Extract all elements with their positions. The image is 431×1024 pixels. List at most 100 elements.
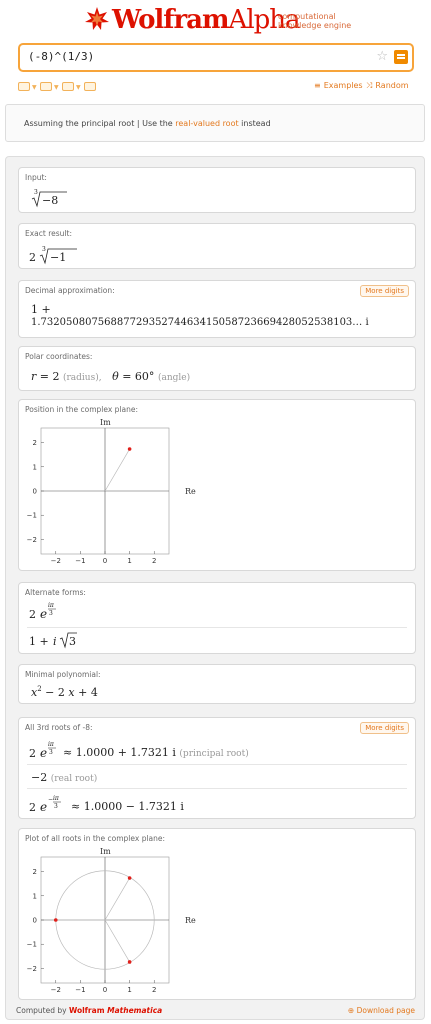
root-point bbox=[53, 918, 58, 922]
download-page-link[interactable]: ⊕ Download page bbox=[348, 1006, 415, 1015]
camera-icon[interactable] bbox=[40, 82, 52, 91]
decimal-line-2: 1.73205080756887729352744634150587236694… bbox=[31, 317, 369, 328]
keyboard-icon[interactable] bbox=[18, 82, 30, 91]
x-tick-label: 0 bbox=[103, 557, 107, 565]
pod-title: Minimal polynomial: bbox=[25, 670, 101, 679]
root-2: −2 (real root) bbox=[31, 771, 98, 784]
svg-text:3: 3 bbox=[34, 189, 38, 196]
svg-text:iπ: iπ bbox=[53, 795, 60, 802]
svg-text:2: 2 bbox=[29, 608, 36, 621]
svg-text:3: 3 bbox=[54, 803, 58, 810]
x-tick-label: 1 bbox=[127, 557, 131, 565]
wolfram-star-logo-icon bbox=[85, 7, 109, 30]
svg-text:2: 2 bbox=[29, 251, 36, 264]
x-tick-label: 1 bbox=[127, 986, 131, 994]
y-tick-label: 1 bbox=[33, 463, 37, 471]
y-tick-label: 0 bbox=[33, 488, 37, 496]
svg-text:−8: −8 bbox=[42, 194, 58, 207]
svg-text:1 +: 1 + bbox=[29, 635, 49, 648]
chevron-down-icon[interactable]: ▼ bbox=[32, 84, 37, 91]
y-tick-label: 2 bbox=[33, 439, 37, 447]
header: WolframAlpha computational knowledge engi… bbox=[0, 0, 431, 38]
radius-line bbox=[104, 919, 130, 963]
svg-text:2: 2 bbox=[29, 801, 36, 814]
decimal-line-1: 1 + bbox=[31, 303, 51, 316]
x-tick-label: −1 bbox=[75, 986, 85, 994]
polar-expression: r = 2 (radius), θ = 60° (angle) bbox=[31, 370, 191, 383]
real-valued-root-link[interactable]: real-valued root bbox=[175, 119, 238, 128]
x-tick-label: −2 bbox=[51, 986, 61, 994]
svg-text:e: e bbox=[40, 607, 47, 621]
svg-text:3: 3 bbox=[49, 610, 53, 617]
x-tick-label: 0 bbox=[103, 986, 107, 994]
file-upload-icon[interactable] bbox=[84, 82, 96, 91]
random-link[interactable]: ⤨ Random bbox=[366, 81, 409, 91]
y-tick-label: −2 bbox=[27, 965, 37, 973]
x-tick-label: −1 bbox=[75, 557, 85, 565]
decimal-pod: Decimal approximation: More digits 1 + 1… bbox=[18, 280, 416, 338]
chevron-down-icon[interactable]: ▼ bbox=[76, 84, 81, 91]
chevron-down-icon[interactable]: ▼ bbox=[54, 84, 59, 91]
input-pod: Input: 3 −8 bbox=[18, 167, 416, 213]
y-tick-label: −2 bbox=[27, 536, 37, 544]
favorite-star-icon[interactable]: ☆ bbox=[376, 49, 388, 64]
svg-text:3: 3 bbox=[69, 635, 76, 648]
radius-line bbox=[104, 877, 130, 921]
roots-plot: Im Re −2 −1 0 1 2 2 1 0 −1 −2 bbox=[27, 847, 196, 994]
exact-expression: 2 3 −1 bbox=[29, 246, 77, 265]
pod-title: Plot of all roots in the complex plane: bbox=[25, 834, 166, 843]
polar-pod: Polar coordinates: r = 2 (radius), θ = 6… bbox=[18, 346, 416, 391]
y-tick-label: −1 bbox=[27, 512, 37, 520]
more-digits-button[interactable]: More digits bbox=[360, 285, 409, 297]
all-roots-pod: All 3rd roots of -8: More digits 2 e iπ … bbox=[18, 717, 416, 819]
svg-text:2: 2 bbox=[29, 747, 36, 760]
submit-button[interactable] bbox=[394, 50, 408, 64]
alternate-form-radical: 1 + i 3 bbox=[29, 632, 77, 649]
y-tick-label: 0 bbox=[33, 917, 37, 925]
download-icon: ⊕ bbox=[347, 1006, 355, 1015]
pod-title: Decimal approximation: bbox=[25, 286, 115, 295]
x-tick-label: 2 bbox=[152, 557, 156, 565]
pod-title: Exact result: bbox=[25, 229, 72, 238]
alternate-form-exponential: 2 e iπ 3 bbox=[29, 602, 56, 621]
root-3-approx: ≈ 1.0000 − 1.7321 i bbox=[71, 800, 184, 813]
roots-plot-pod: Plot of all roots in the complex plane: … bbox=[18, 828, 416, 1000]
y-tick-label: 2 bbox=[33, 868, 37, 876]
svg-text:iπ: iπ bbox=[48, 602, 55, 609]
pod-title: Input: bbox=[25, 173, 47, 182]
search-input[interactable]: (-8)^(1/3) bbox=[28, 50, 94, 63]
pod-title: Polar coordinates: bbox=[25, 352, 93, 361]
separator bbox=[27, 788, 407, 789]
position-plot-pod: Position in the complex plane: Im Re −2 −1 0… bbox=[18, 399, 416, 571]
svg-text:e: e bbox=[40, 746, 47, 760]
svg-text:i: i bbox=[53, 635, 57, 648]
y-tick-label: 1 bbox=[33, 892, 37, 900]
root-point bbox=[127, 876, 132, 880]
data-input-icon[interactable] bbox=[62, 82, 74, 91]
svg-text:iπ: iπ bbox=[48, 741, 55, 748]
separator bbox=[27, 627, 407, 628]
polynomial-expression: x2 − 2 x + 4 bbox=[31, 685, 98, 699]
complex-plane-plot: Im Re −2 −1 0 1 2 2 1 0 −1 −2 bbox=[27, 418, 196, 565]
re-axis-label: Re bbox=[185, 487, 196, 496]
alternate-forms-pod: Alternate forms: 2 e iπ 3 1 + i 3 bbox=[18, 582, 416, 654]
assumption-bar: Assuming the principal root | Use the re… bbox=[5, 104, 425, 142]
pod-title: All 3rd roots of -8: bbox=[25, 723, 93, 732]
root-point bbox=[127, 960, 132, 964]
x-tick-label: 2 bbox=[152, 986, 156, 994]
root-3-exponential: 2 e − iπ 3 bbox=[29, 795, 61, 814]
logo-wordmark[interactable]: WolframAlpha bbox=[112, 5, 301, 35]
examples-link[interactable]: ≡ Examples bbox=[314, 81, 363, 90]
more-digits-button[interactable]: More digits bbox=[360, 722, 409, 734]
shuffle-icon: ⤨ bbox=[366, 81, 373, 90]
computed-by: Computed by Wolfram Mathematica bbox=[16, 1006, 163, 1015]
y-tick-label: −1 bbox=[27, 941, 37, 949]
separator bbox=[27, 764, 407, 765]
assumption-text: Assuming the principal root | Use the re… bbox=[24, 119, 271, 128]
search-box[interactable]: (-8)^(1/3) ☆ bbox=[18, 43, 414, 72]
pod-title: Alternate forms: bbox=[25, 588, 86, 597]
root-1-exponential: 2 e iπ 3 bbox=[29, 741, 56, 760]
mathematica-link[interactable]: Wolfram Mathematica bbox=[69, 1006, 162, 1015]
re-axis-label: Re bbox=[185, 916, 196, 925]
im-axis-label: Im bbox=[100, 847, 111, 856]
